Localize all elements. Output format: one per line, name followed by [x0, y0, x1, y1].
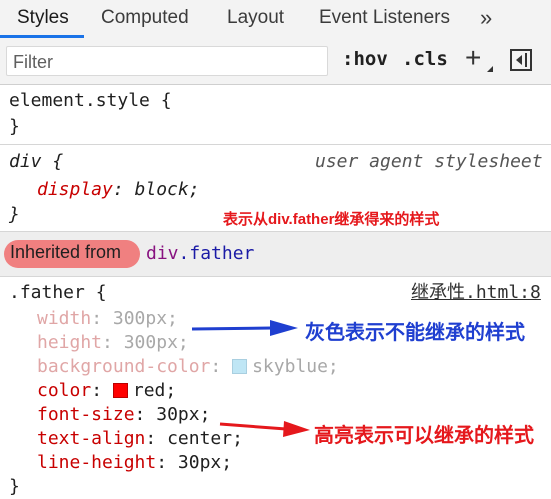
highlight-note-annotation: 高亮表示可以继承的样式: [314, 425, 534, 447]
decl-line-height: line-height: 30px;: [37, 452, 233, 473]
decl-width: width: 300px;: [37, 308, 178, 329]
new-style-rule-button[interactable]: +: [465, 44, 481, 72]
element-style-selector[interactable]: element.style {: [9, 89, 172, 113]
devtools-tab-bar: Styles Computed Layout Event Listeners »: [0, 0, 551, 39]
ua-prop-name: display: [37, 179, 113, 200]
father-rule-close-brace: }: [9, 476, 20, 497]
decl-text-align: text-align: center;: [37, 428, 243, 449]
ua-rule-source: user agent stylesheet: [315, 151, 543, 172]
more-tabs-button[interactable]: »: [480, 0, 492, 38]
filter-input[interactable]: Filter: [6, 46, 328, 76]
decl-background-color: background-color: skyblue;: [37, 356, 339, 377]
styles-toolbar: Filter :hov .cls +: [0, 38, 551, 85]
father-rule-source-link[interactable]: 继承性.html:8: [411, 281, 541, 305]
ua-rule-close-brace: }: [9, 204, 20, 225]
ua-prop-value: block;: [134, 179, 200, 200]
tab-event-listeners[interactable]: Event Listeners: [319, 0, 450, 38]
hover-state-button[interactable]: :hov: [342, 48, 388, 70]
toggle-sidebar-icon[interactable]: [510, 49, 532, 71]
father-rule-section: .father { 继承性.html:8 width: 300px; heigh…: [0, 277, 551, 497]
tab-styles[interactable]: Styles: [17, 0, 69, 38]
inherited-from-label: Inherited from: [10, 242, 122, 262]
inherited-from-element-link[interactable]: div.father: [146, 243, 254, 264]
skyblue-swatch[interactable]: [232, 359, 248, 374]
ua-rule-declaration: display: block;: [37, 179, 200, 200]
gray-note-arrow-icon: [191, 320, 298, 336]
tab-computed[interactable]: Computed: [101, 0, 189, 38]
element-style-close-brace: }: [9, 116, 20, 137]
tab-layout[interactable]: Layout: [227, 0, 284, 38]
highlight-note-arrow-icon: [219, 421, 310, 437]
ua-rule-selector: div {: [9, 151, 64, 172]
father-rule-selector[interactable]: .father {: [9, 281, 107, 305]
decl-height: height: 300px;: [37, 332, 189, 353]
inherit-source-annotation: 表示从div.father继承得来的样式: [223, 211, 440, 228]
decl-font-size: font-size: 30px;: [37, 404, 211, 425]
element-style-section: element.style { }: [0, 85, 551, 145]
red-swatch[interactable]: [112, 383, 128, 398]
plus-dropdown-icon[interactable]: [487, 66, 493, 72]
decl-color: color: red;: [37, 380, 177, 401]
class-toggle-button[interactable]: .cls: [402, 48, 448, 70]
inherited-from-header: Inherited from div.father: [0, 232, 551, 277]
gray-note-annotation: 灰色表示不能继承的样式: [305, 322, 525, 344]
